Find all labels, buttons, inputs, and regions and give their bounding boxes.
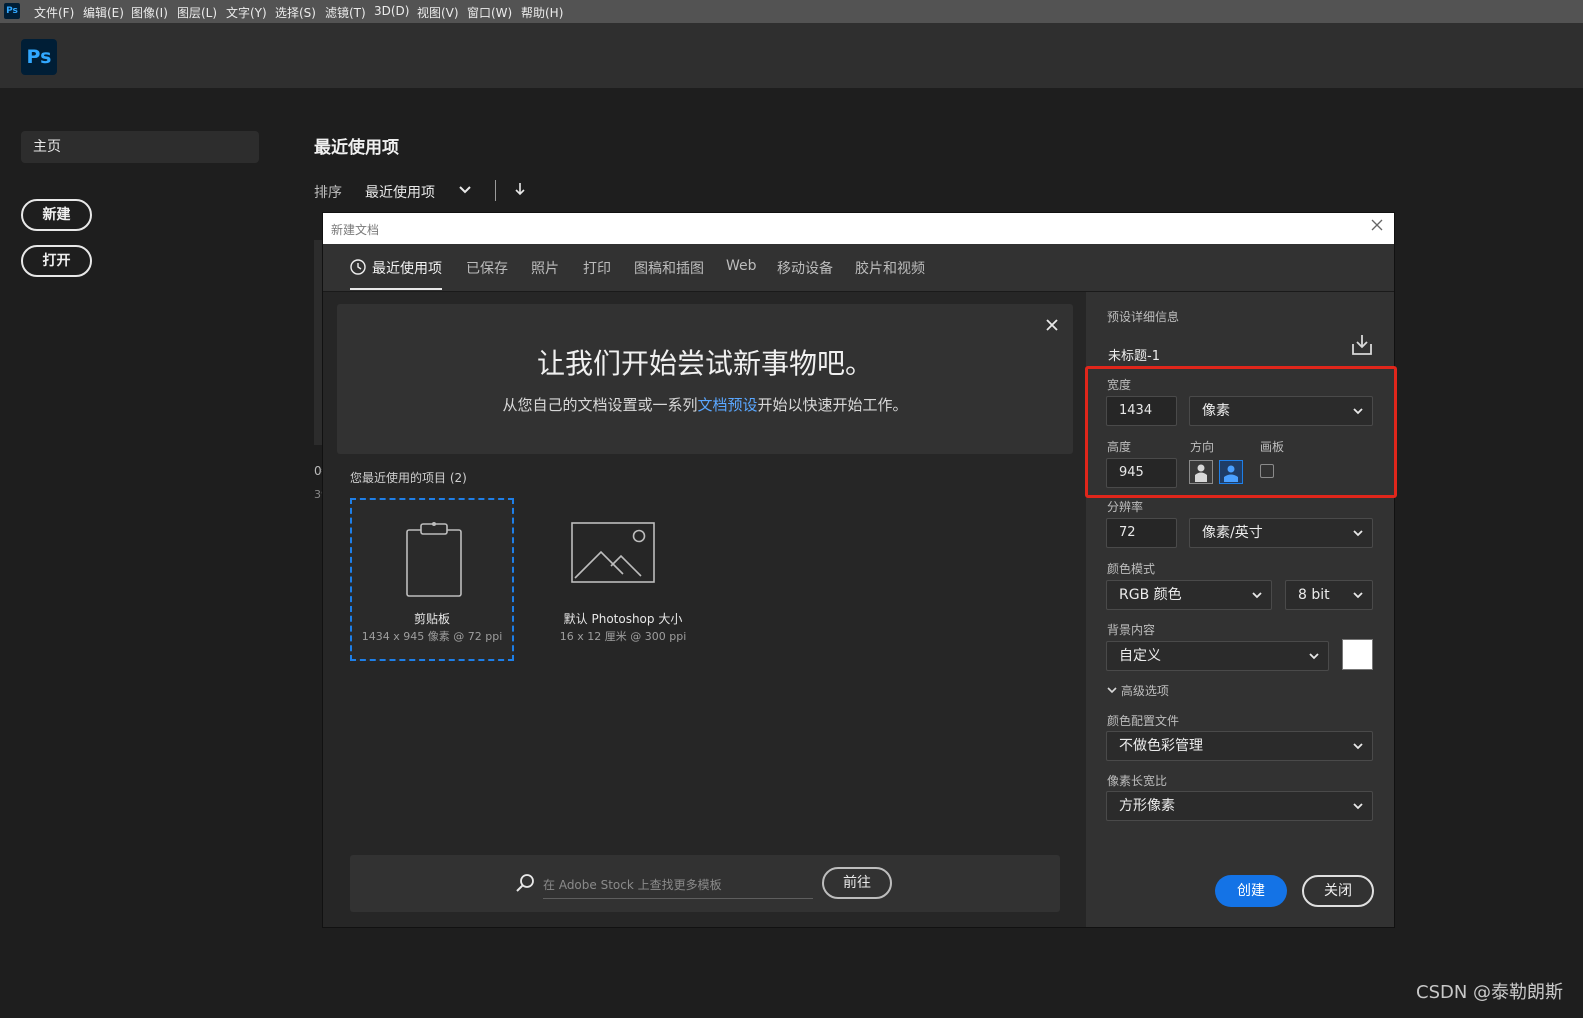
color-profile-label: 颜色配置文件 <box>1107 714 1180 728</box>
new-button[interactable]: 新建 <box>21 199 92 231</box>
clipboard-icon <box>405 522 463 602</box>
preset-details-label: 预设详细信息 <box>1107 310 1180 324</box>
advanced-options-toggle[interactable]: 高级选项 <box>1107 682 1169 699</box>
photoshop-app-icon: Ps <box>4 3 20 19</box>
open-button[interactable]: 打开 <box>21 245 92 277</box>
sort-label: 排序 <box>314 185 342 201</box>
chevron-down-icon <box>1107 687 1117 694</box>
sidebar-item-home[interactable]: 主页 <box>21 131 259 163</box>
search-icon <box>515 873 535 897</box>
color-mode-select[interactable]: RGB 颜色 <box>1106 580 1272 610</box>
menu-window[interactable]: 窗口(W) <box>467 4 512 21</box>
sort-direction-icon[interactable] <box>514 181 526 201</box>
resolution-input[interactable]: 72 <box>1106 518 1177 548</box>
menu-filter[interactable]: 滤镜(T) <box>325 4 366 21</box>
tab-recent[interactable]: 最近使用项 <box>372 258 442 278</box>
active-tab-indicator <box>350 288 442 290</box>
color-mode-value: RGB 颜色 <box>1119 587 1182 603</box>
chevron-down-icon <box>1353 743 1363 750</box>
dialog-title: 新建文档 <box>331 223 380 237</box>
chevron-down-icon <box>1353 592 1363 599</box>
banner-subtitle: 从您自己的文档设置或一系列文档预设开始以快速开始工作。 <box>337 394 1073 415</box>
color-profile-value: 不做色彩管理 <box>1119 738 1203 754</box>
color-profile-select[interactable]: 不做色彩管理 <box>1106 731 1373 761</box>
stock-search-input[interactable]: 在 Adobe Stock 上查找更多模板 <box>543 872 813 899</box>
go-button[interactable]: 前往 <box>822 867 892 899</box>
tab-film-video[interactable]: 胶片和视频 <box>855 258 925 278</box>
banner-subtitle-text: 从您自己的文档设置或一系列 <box>502 396 698 414</box>
menu-file[interactable]: 文件(F) <box>34 4 74 21</box>
menu-select[interactable]: 选择(S) <box>275 4 316 21</box>
banner-title: 让我们开始尝试新事物吧。 <box>536 347 873 380</box>
clock-icon <box>350 259 366 279</box>
welcome-banner: 让我们开始尝试新事物吧。 从您自己的文档设置或一系列文档预设开始以快速开始工作。 <box>337 304 1073 454</box>
image-icon <box>571 522 655 588</box>
banner-subtitle-text-end: 开始以快速开始工作。 <box>757 396 908 414</box>
pixel-aspect-label: 像素长宽比 <box>1107 774 1168 788</box>
document-presets-link[interactable]: 文档预设 <box>697 396 757 414</box>
chevron-down-icon <box>1252 592 1262 599</box>
background-content-value: 自定义 <box>1119 648 1161 664</box>
create-button[interactable]: 创建 <box>1215 875 1287 907</box>
background-color-swatch[interactable] <box>1342 639 1373 670</box>
close-button[interactable]: 关闭 <box>1302 875 1374 907</box>
chevron-down-icon <box>1353 803 1363 810</box>
color-mode-label: 颜色模式 <box>1107 562 1156 576</box>
preset-card-default-photoshop[interactable]: 默认 Photoshop 大小 16 x 12 厘米 @ 300 ppi <box>541 498 705 661</box>
menu-view[interactable]: 视图(V) <box>417 4 459 21</box>
menu-image[interactable]: 图像(I) <box>131 4 168 21</box>
bit-depth-value: 8 bit <box>1298 587 1330 603</box>
tab-print[interactable]: 打印 <box>583 258 611 278</box>
card-meta: 1434 x 945 像素 @ 72 ppi <box>361 630 503 643</box>
preset-name-field[interactable]: 未标题-1 <box>1108 345 1160 364</box>
menu-bar: Ps 文件(F) 编辑(E) 图像(I) 图层(L) 文字(Y) 选择(S) 滤… <box>0 0 1583 23</box>
chevron-down-icon[interactable] <box>458 182 472 200</box>
stock-search-bar: 在 Adobe Stock 上查找更多模板 前往 <box>350 855 1060 912</box>
tab-photo[interactable]: 照片 <box>531 258 559 278</box>
resolution-unit-value: 像素/英寸 <box>1202 525 1263 541</box>
tab-mobile[interactable]: 移动设备 <box>777 258 833 278</box>
menu-type[interactable]: 文字(Y) <box>226 4 267 21</box>
highlight-annotation <box>1085 366 1397 498</box>
card-name: 默认 Photoshop 大小 <box>563 612 683 626</box>
watermark: CSDN @泰勒朗斯 <box>1416 982 1564 1003</box>
pixel-aspect-select[interactable]: 方形像素 <box>1106 791 1373 821</box>
chevron-down-icon <box>1353 530 1363 537</box>
tab-art-illustration[interactable]: 图稿和插图 <box>634 258 704 278</box>
pixel-aspect-value: 方形像素 <box>1119 798 1175 814</box>
resolution-unit-select[interactable]: 像素/英寸 <box>1189 518 1373 548</box>
close-icon[interactable] <box>1370 218 1384 236</box>
dialog-titlebar: 新建文档 <box>323 213 1394 244</box>
tab-web[interactable]: Web <box>726 258 757 274</box>
menu-layer[interactable]: 图层(L) <box>177 4 217 21</box>
background-content-label: 背景内容 <box>1107 623 1156 637</box>
bit-depth-select[interactable]: 8 bit <box>1285 580 1373 610</box>
tab-saved[interactable]: 已保存 <box>466 258 508 278</box>
advanced-options-label: 高级选项 <box>1120 684 1169 698</box>
resolution-label: 分辨率 <box>1107 500 1144 514</box>
preset-card-clipboard[interactable]: 剪贴板 1434 x 945 像素 @ 72 ppi <box>350 498 514 661</box>
preset-tabs: 最近使用项 已保存 照片 打印 图稿和插图 Web 移动设备 胶片和视频 <box>323 244 1394 292</box>
recent-presets-pane: 让我们开始尝试新事物吧。 从您自己的文档设置或一系列文档预设开始以快速开始工作。… <box>323 292 1086 927</box>
photoshop-logo[interactable]: Ps <box>21 39 57 75</box>
menu-3d[interactable]: 3D(D) <box>374 4 409 18</box>
new-document-dialog: 新建文档 最近使用项 已保存 照片 打印 图稿和插图 Web 移动设备 胶片和视… <box>323 213 1394 927</box>
recent-title: 最近使用项 <box>314 138 399 158</box>
sort-dropdown[interactable]: 最近使用项 <box>365 182 435 202</box>
divider <box>495 180 496 201</box>
menu-edit[interactable]: 编辑(E) <box>83 4 124 21</box>
save-preset-icon[interactable] <box>1351 334 1373 360</box>
chevron-down-icon <box>1309 653 1319 660</box>
app-header <box>0 23 1583 88</box>
close-icon[interactable] <box>1045 316 1059 337</box>
recent-items-count: 您最近使用的项目 (2) <box>350 471 467 485</box>
background-content-select[interactable]: 自定义 <box>1106 641 1329 671</box>
menu-help[interactable]: 帮助(H) <box>521 4 563 21</box>
card-name: 剪贴板 <box>413 612 450 626</box>
card-meta: 16 x 12 厘米 @ 300 ppi <box>559 630 687 643</box>
